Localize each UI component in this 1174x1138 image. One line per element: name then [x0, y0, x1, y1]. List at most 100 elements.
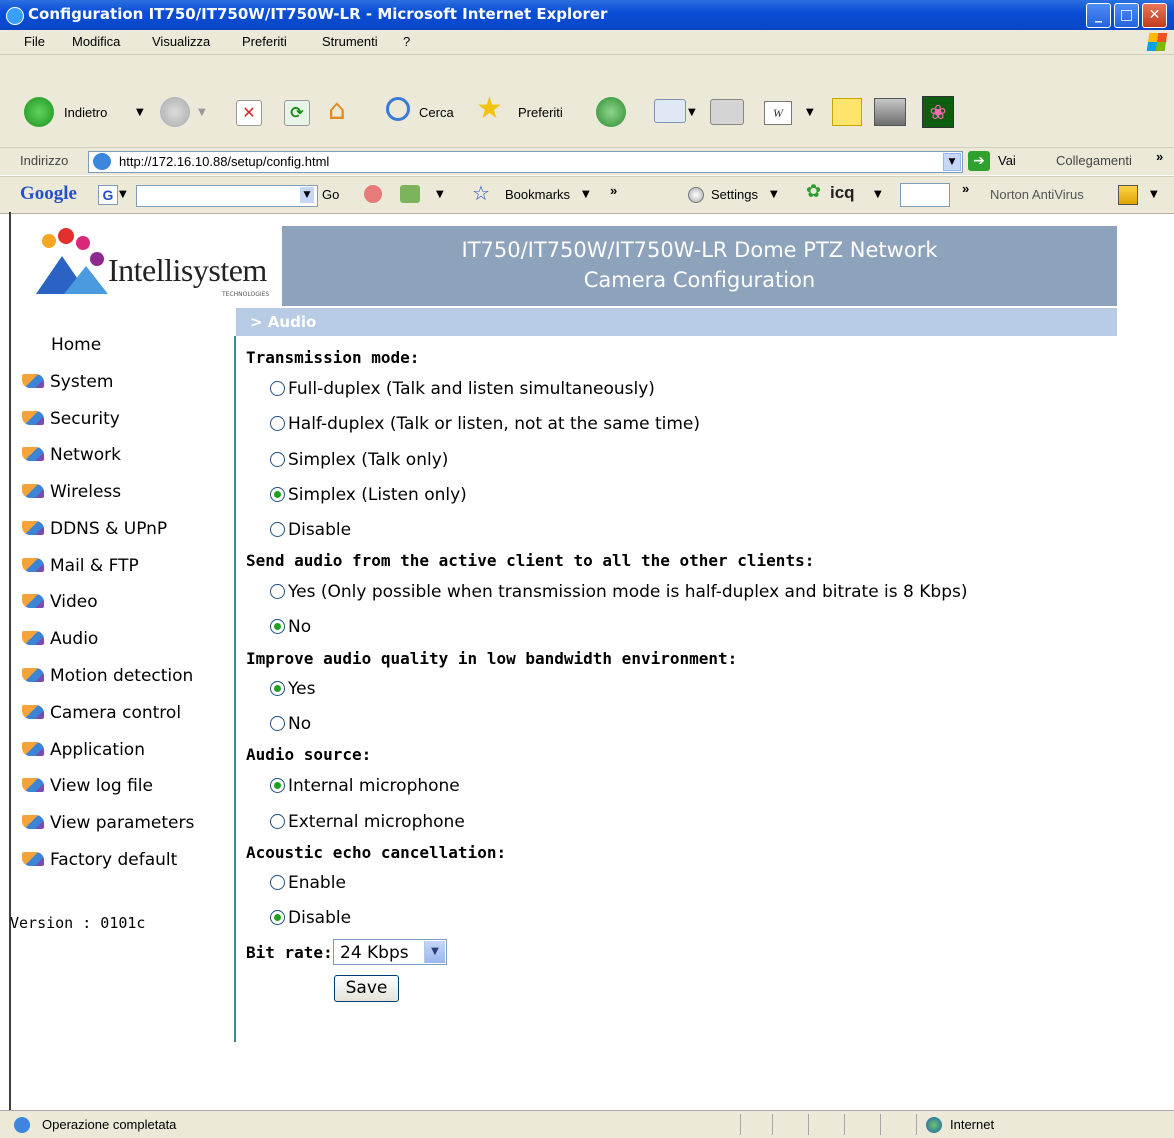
norton-label[interactable]: Norton AntiVirus: [990, 187, 1084, 202]
radio-button[interactable]: [270, 778, 285, 793]
sidebar-item-wireless[interactable]: Wireless: [22, 482, 121, 506]
popup-blocker-icon[interactable]: [400, 185, 420, 203]
radio-button[interactable]: [270, 910, 285, 925]
settings-button[interactable]: Settings: [711, 187, 758, 202]
forward-icon[interactable]: [160, 97, 190, 127]
send-audio-option-no[interactable]: No: [270, 617, 311, 637]
menu-visualizza[interactable]: Visualizza: [152, 34, 210, 49]
close-button[interactable]: ✕: [1142, 3, 1167, 28]
favorites-icon[interactable]: ★: [476, 93, 503, 125]
audio-source-option-internal[interactable]: Internal microphone: [270, 776, 460, 796]
refresh-icon[interactable]: ⟳: [284, 100, 310, 126]
icq-flower-icon[interactable]: ❀: [922, 96, 954, 128]
audio-source-option-external[interactable]: External microphone: [270, 812, 465, 832]
transmission-option-talk-only[interactable]: Simplex (Talk only): [270, 450, 448, 470]
address-input[interactable]: http://172.16.10.88/setup/config.html ▼: [88, 151, 963, 173]
settings-icon[interactable]: [688, 187, 704, 203]
address-dropdown-icon[interactable]: ▼: [943, 153, 961, 171]
menu-help[interactable]: ?: [403, 34, 410, 49]
radio-button[interactable]: [270, 381, 285, 396]
links-label[interactable]: Collegamenti: [1056, 153, 1132, 168]
transmission-option-half-duplex[interactable]: Half-duplex (Talk or listen, not at the …: [270, 414, 700, 434]
google-chevron-icon[interactable]: »: [610, 183, 617, 198]
google-g-icon[interactable]: G: [98, 185, 118, 205]
minimize-button[interactable]: _: [1086, 3, 1111, 28]
radio-button[interactable]: [270, 619, 285, 634]
sidebar-item-motion-detection[interactable]: Motion detection: [22, 666, 193, 690]
sidebar-item-application[interactable]: Application: [22, 740, 145, 764]
norton-dropdown-icon[interactable]: ▼: [1150, 189, 1158, 200]
mail-icon[interactable]: [654, 99, 686, 123]
radio-button[interactable]: [270, 522, 285, 537]
menu-file[interactable]: File: [24, 34, 45, 49]
icq-label[interactable]: icq: [830, 183, 855, 203]
transmission-option-listen-only[interactable]: Simplex (Listen only): [270, 485, 467, 505]
radio-button[interactable]: [270, 416, 285, 431]
google-search-dropdown-icon[interactable]: ▼: [300, 187, 314, 203]
popup-dropdown-icon[interactable]: ▼: [436, 189, 444, 200]
menu-modifica[interactable]: Modifica: [72, 34, 120, 49]
send-audio-option-yes[interactable]: Yes (Only possible when transmission mod…: [270, 582, 967, 602]
improve-quality-option-no[interactable]: No: [270, 714, 311, 734]
sidebar-item-security[interactable]: Security: [22, 409, 120, 433]
home-icon[interactable]: ⌂: [328, 95, 346, 125]
radio-button[interactable]: [270, 584, 285, 599]
radio-button[interactable]: [270, 716, 285, 731]
search-icon[interactable]: [386, 97, 410, 121]
back-label[interactable]: Indietro: [64, 105, 107, 120]
sidebar-item-factory-default[interactable]: Factory default: [22, 850, 177, 874]
go-button[interactable]: Vai: [998, 153, 1016, 168]
menu-strumenti[interactable]: Strumenti: [322, 34, 378, 49]
sidebar-item-video[interactable]: Video: [22, 592, 98, 616]
sidebar-item-view-log-file[interactable]: View log file: [22, 776, 153, 800]
sidebar-item-home[interactable]: Home: [51, 335, 101, 359]
maximize-button[interactable]: □: [1114, 3, 1139, 28]
sidebar-item-system[interactable]: System: [22, 372, 113, 396]
sidebar-item-mail-ftp[interactable]: Mail & FTP: [22, 556, 139, 580]
radio-button[interactable]: [270, 452, 285, 467]
search-label[interactable]: Cerca: [419, 105, 454, 120]
edit-dropdown-icon[interactable]: ▼: [806, 107, 814, 118]
menu-preferiti[interactable]: Preferiti: [242, 34, 287, 49]
transmission-option-disable[interactable]: Disable: [270, 520, 351, 540]
chevron-down-icon[interactable]: ▼: [424, 941, 445, 963]
back-dropdown-icon[interactable]: ▼: [136, 107, 144, 118]
icq-dropdown-icon[interactable]: ▼: [874, 189, 882, 200]
icq-icon[interactable]: ✿: [806, 181, 821, 202]
sidebar-item-audio[interactable]: Audio: [22, 629, 98, 653]
bitrate-select[interactable]: 24 Kbps ▼: [333, 939, 447, 965]
google-menu-icon[interactable]: ▼: [119, 189, 127, 200]
forward-dropdown-icon[interactable]: ▼: [198, 107, 206, 118]
echo-option-enable[interactable]: Enable: [270, 873, 346, 893]
links-chevron-icon[interactable]: »: [1156, 149, 1163, 164]
radio-button[interactable]: [270, 814, 285, 829]
echo-option-disable[interactable]: Disable: [270, 908, 351, 928]
notes-icon[interactable]: [832, 98, 862, 126]
bookmark-star-icon[interactable]: ☆: [472, 181, 490, 205]
bookmarks-dropdown-icon[interactable]: ▼: [582, 189, 590, 200]
stop-icon[interactable]: ✕: [236, 100, 262, 126]
radio-button[interactable]: [270, 681, 285, 696]
sidebar-item-camera-control[interactable]: Camera control: [22, 703, 181, 727]
research-icon[interactable]: [874, 98, 906, 126]
save-button[interactable]: Save: [334, 975, 399, 1002]
print-icon[interactable]: [710, 99, 744, 125]
sidebar-item-network[interactable]: Network: [22, 445, 121, 469]
word-icon[interactable]: W: [764, 101, 792, 125]
history-icon[interactable]: [596, 97, 626, 127]
radio-button[interactable]: [270, 875, 285, 890]
pagerank-icon[interactable]: [364, 185, 382, 203]
google-search-input[interactable]: [136, 185, 318, 207]
bookmarks-button[interactable]: Bookmarks: [505, 187, 570, 202]
icq-chevron-icon[interactable]: »: [962, 181, 969, 196]
sidebar-item-ddns-upnp[interactable]: DDNS & UPnP: [22, 519, 167, 543]
transmission-option-full-duplex[interactable]: Full-duplex (Talk and listen simultaneou…: [270, 379, 655, 399]
icq-input[interactable]: [900, 183, 950, 207]
google-logo[interactable]: Google: [20, 183, 77, 205]
sidebar-item-view-parameters[interactable]: View parameters: [22, 813, 194, 837]
google-go-button[interactable]: Go: [322, 187, 339, 202]
settings-dropdown-icon[interactable]: ▼: [770, 189, 778, 200]
favorites-label[interactable]: Preferiti: [518, 105, 563, 120]
improve-quality-option-yes[interactable]: Yes: [270, 679, 315, 699]
radio-button[interactable]: [270, 487, 285, 502]
